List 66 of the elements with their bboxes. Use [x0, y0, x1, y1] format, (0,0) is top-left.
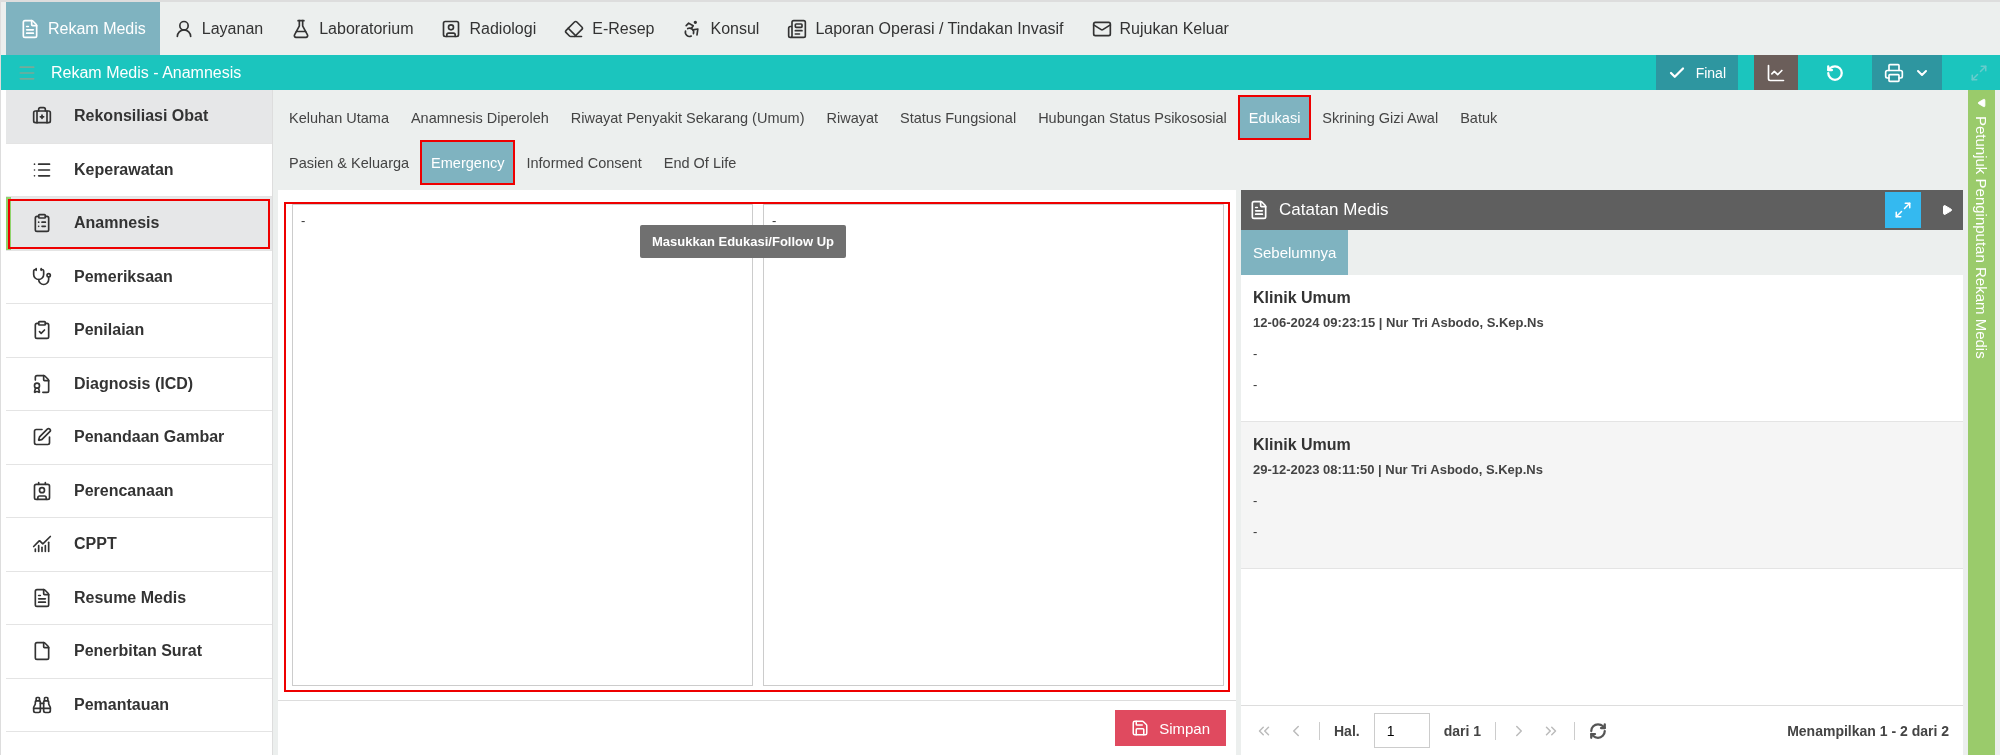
chart-icon	[1766, 62, 1786, 83]
nav-tab[interactable]: Konsul	[668, 2, 774, 55]
sidebar-item[interactable]: Rekonsiliasi Obat	[6, 90, 272, 144]
page-summary: Menampilkan 1 - 2 dari 2	[1787, 722, 1949, 739]
tab[interactable]: Batuk	[1449, 95, 1509, 140]
contact-icon	[32, 480, 52, 501]
record-text: -	[1253, 377, 1259, 392]
tab[interactable]: Status Fungsional	[889, 95, 1028, 140]
nav-tab[interactable]: Laboratorium	[277, 2, 428, 55]
document-icon	[32, 587, 52, 608]
binoculars-icon	[32, 694, 52, 715]
panel-title: Catatan Medis	[1279, 200, 1390, 220]
print-icon	[1884, 62, 1904, 83]
nav-tab[interactable]: E-Resep	[550, 2, 669, 55]
final-button[interactable]: Final	[1655, 55, 1738, 90]
save-button[interactable]: Simpan	[1115, 710, 1226, 746]
record-text: -	[1253, 346, 1259, 361]
sidebar-item[interactable]: Anamnesis	[6, 197, 272, 251]
record-meta: 29-12-2023 08:11:50 | Nur Tri Asbodo, S.Kep.Ns	[1253, 462, 1544, 477]
page-input[interactable]: 1	[1373, 713, 1430, 748]
history-icon	[1826, 63, 1844, 82]
expand-icon	[1894, 201, 1912, 219]
document-icon	[1249, 200, 1269, 220]
refresh-icon[interactable]	[1589, 721, 1608, 740]
print-button[interactable]	[1872, 55, 1942, 90]
tooltip: Masukkan Edukasi/Follow Up	[640, 225, 847, 258]
record-title: Klinik Umum	[1253, 436, 1352, 454]
clipboard-check-icon	[32, 320, 52, 341]
chart-icon	[32, 534, 52, 555]
tab[interactable]: Riwayat	[815, 95, 890, 140]
expand-button[interactable]	[1885, 192, 1921, 228]
newspaper-icon	[787, 18, 808, 39]
page-count: dari 1	[1443, 722, 1482, 739]
tab[interactable]: Hubungan Status Psikososial	[1027, 95, 1238, 140]
nav-tab[interactable]: Layanan	[159, 2, 278, 55]
tab[interactable]: Informed Consent	[515, 140, 653, 185]
tab[interactable]: Skrining Gizi Awal	[1311, 95, 1450, 140]
record-text: -	[1253, 493, 1259, 508]
clipboard-icon	[32, 213, 52, 234]
tab[interactable]: Pasien & Keluarga	[278, 140, 421, 185]
document-icon	[20, 18, 40, 39]
stethoscope-icon	[32, 266, 52, 287]
nav-tab[interactable]: Radiologi	[427, 2, 551, 55]
record-title: Klinik Umum	[1253, 289, 1352, 307]
file-icon	[32, 641, 52, 662]
nav-tab[interactable]: Rujukan Keluar	[1077, 2, 1243, 55]
nav-tab[interactable]: Laporan Operasi / Tindakan Invasif	[773, 2, 1078, 55]
tab[interactable]: Riwayat Penyakit Sekarang (Umum)	[559, 95, 816, 140]
record-text: -	[1253, 524, 1259, 539]
record-meta: 12-06-2024 09:23:15 | Nur Tri Asbodo, S.Kep.Ns	[1253, 315, 1545, 330]
tab[interactable]: Keluhan Utama	[278, 95, 400, 140]
caret-icon	[1976, 98, 1987, 108]
save-icon	[1131, 719, 1150, 737]
tab[interactable]: Anamnesis Diperoleh	[399, 95, 560, 140]
id-card-icon	[441, 18, 462, 39]
chart-button[interactable]	[1754, 55, 1798, 90]
page-title: Rekam Medis - Anamnesis	[51, 63, 243, 82]
page-label: Hal.	[1334, 722, 1360, 739]
eraser-icon	[564, 18, 585, 39]
collapse-icon[interactable]	[1941, 204, 1953, 216]
edit-icon	[32, 427, 52, 448]
tab[interactable]: End Of Life	[652, 140, 748, 185]
guide-label: Petunjuk Penginputan Rekam Medis	[1973, 116, 1990, 359]
medical-kit-icon	[32, 106, 52, 127]
expand-icon	[1970, 63, 1988, 82]
document-badge-icon	[32, 373, 52, 394]
